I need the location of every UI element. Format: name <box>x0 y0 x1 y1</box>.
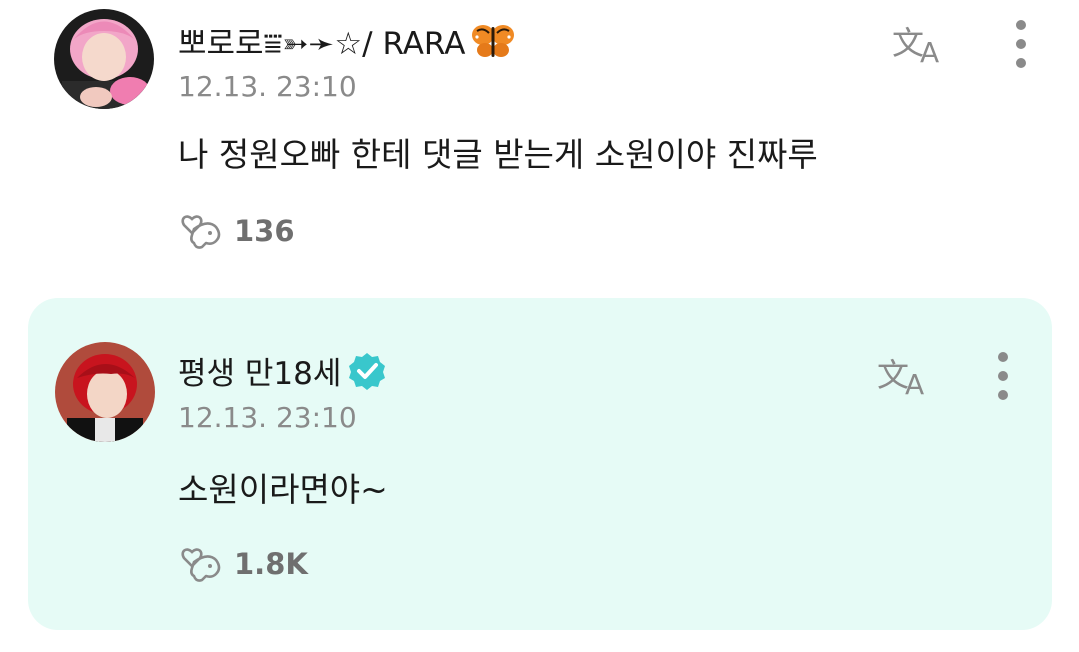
reply-comment: 평생 만18세 12.13. 23:10 소원이라면야~ 1.8K 文 A <box>28 298 1052 630</box>
comment-text: 소원이라면야~ <box>178 470 388 509</box>
heart-hand-icon <box>178 544 224 584</box>
like-button[interactable]: 1.8K <box>178 544 308 584</box>
heart-hand-icon <box>178 211 224 251</box>
comment: 뽀로로⩸➳➛☆/ RARA 12.13. 23:10 나 정원오빠 한테 댓글 … <box>0 0 1079 290</box>
translate-button[interactable]: 文 A <box>875 352 935 398</box>
svg-text:A: A <box>905 368 924 398</box>
like-button[interactable]: 136 <box>178 211 295 251</box>
user-avatar[interactable] <box>54 9 154 109</box>
username[interactable]: 뽀로로⩸➳➛☆/ RARA <box>178 18 515 63</box>
like-count: 136 <box>234 214 295 248</box>
more-options-button[interactable] <box>1006 16 1036 72</box>
more-options-button[interactable] <box>988 348 1018 404</box>
username-text: 뽀로로⩸➳➛☆/ RARA <box>178 26 466 62</box>
username[interactable]: 평생 만18세 <box>178 348 387 393</box>
translate-icon: 文 A <box>875 352 935 398</box>
more-vertical-icon <box>988 348 1018 404</box>
more-vertical-icon <box>1006 16 1036 72</box>
comment-timestamp: 12.13. 23:10 <box>178 70 357 103</box>
translate-button[interactable]: 文 A <box>890 20 950 66</box>
verified-badge-icon <box>347 351 387 391</box>
username-text: 평생 만18세 <box>178 356 342 392</box>
like-count: 1.8K <box>234 547 308 581</box>
comment-text: 나 정원오빠 한테 댓글 받는게 소원이야 진짜루 <box>178 135 818 174</box>
svg-text:A: A <box>920 36 939 66</box>
user-avatar[interactable] <box>55 342 155 442</box>
butterfly-icon <box>471 23 515 59</box>
translate-icon: 文 A <box>890 20 950 66</box>
comment-timestamp: 12.13. 23:10 <box>178 401 357 434</box>
